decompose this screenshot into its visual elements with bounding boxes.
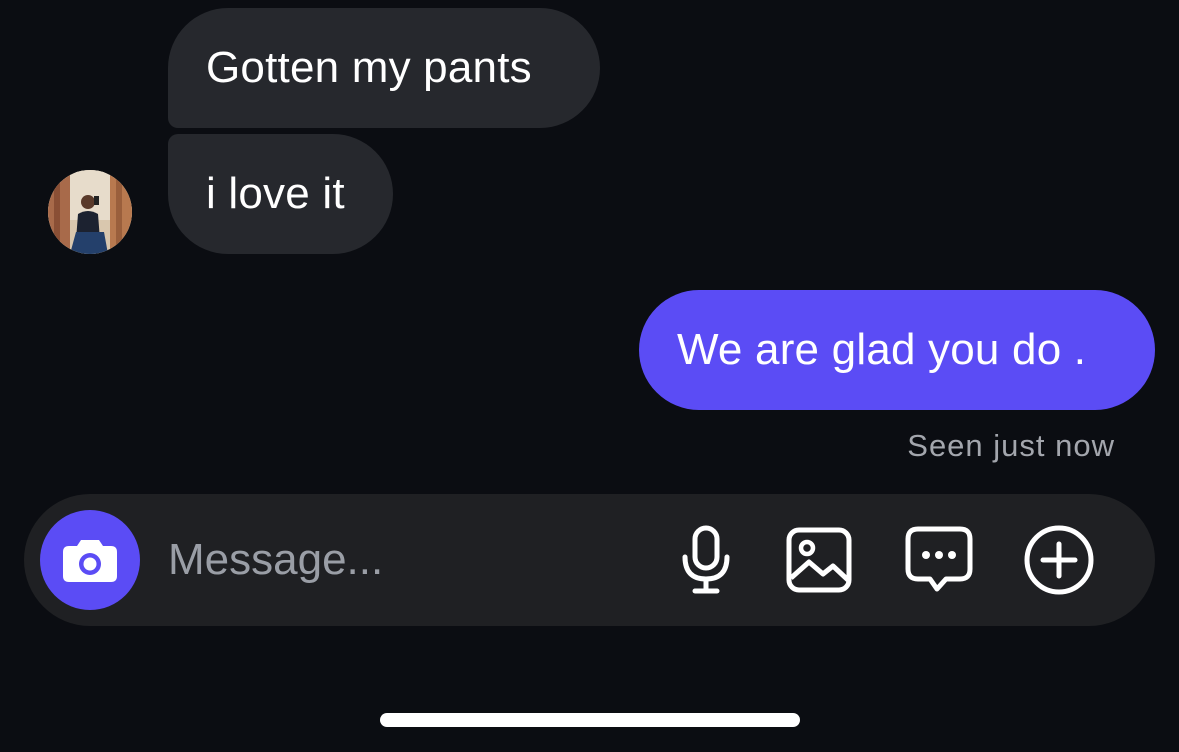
avatar[interactable]: [48, 170, 132, 254]
plus-circle-icon: [1024, 525, 1094, 595]
incoming-message[interactable]: i love it: [168, 134, 393, 254]
microphone-button[interactable]: [668, 522, 744, 598]
gallery-icon: [786, 527, 852, 593]
chat-button[interactable]: [901, 522, 977, 598]
message-composer: [24, 494, 1155, 626]
message-text: Gotten my pants: [206, 43, 532, 92]
microphone-icon: [682, 525, 730, 594]
add-button[interactable]: [1021, 522, 1097, 598]
chat-screen: Gotten my pants i love it We are glad yo…: [0, 0, 1179, 752]
seen-status: Seen just now: [907, 428, 1115, 463]
avatar-photo: [48, 170, 132, 254]
outgoing-message[interactable]: We are glad you do .: [639, 290, 1155, 410]
message-input[interactable]: [168, 524, 648, 596]
home-indicator[interactable]: [380, 713, 800, 727]
camera-button[interactable]: [40, 510, 140, 610]
message-text: i love it: [206, 169, 345, 218]
message-text: We are glad you do .: [677, 325, 1087, 374]
gallery-button[interactable]: [781, 522, 857, 598]
chat-bubble-icon: [905, 526, 973, 592]
camera-icon: [63, 540, 117, 582]
incoming-message[interactable]: Gotten my pants: [168, 8, 600, 128]
